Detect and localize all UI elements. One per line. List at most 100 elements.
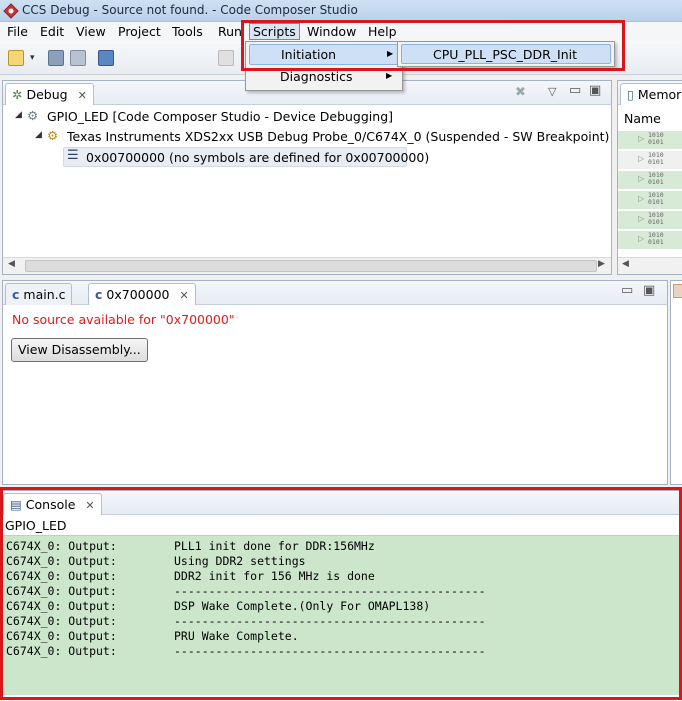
no-source-message: No source available for "0x700000" [12, 312, 235, 327]
console-view: ▤ Console ✕ GPIO_LED C674X_0: Output: PLL… [0, 490, 682, 698]
menu-item-diagnostics[interactable]: Diagnostics ▶ [249, 67, 399, 88]
console-line-source: C674X_0: Output: [6, 614, 117, 628]
memory-view: ▯ Memor Name ▷ 1010 0101 ▷ 1010 0101 ▷ 1010 0… [617, 80, 682, 275]
menu-bar: File Edit View Project Tools Run Scripts… [0, 22, 682, 41]
menu-run[interactable]: Run [218, 24, 242, 39]
title-bar: CCS Debug - Source not found. - Code Com… [0, 0, 682, 22]
console-line-message: PLL1 init done for DDR:156MHz [174, 539, 375, 553]
binary-data-icon: 1010 0101 [648, 211, 664, 226]
minimize-icon[interactable]: ▭ [569, 83, 581, 98]
scroll-left-icon[interactable]: ◀ [622, 259, 629, 269]
debug-icon[interactable] [98, 50, 114, 66]
close-icon[interactable]: ✕ [179, 289, 188, 302]
menu-help[interactable]: Help [368, 24, 397, 39]
new-dropdown-icon[interactable]: ▾ [30, 53, 38, 69]
expand-arrow-icon[interactable]: ◢ [35, 130, 42, 140]
submenu-arrow-icon: ▶ [386, 71, 393, 80]
binary-data-icon: 1010 0101 [648, 171, 664, 186]
memory-icon: ▯ [627, 87, 634, 102]
c-file-icon: c [95, 287, 103, 302]
tree-item-frame-selected[interactable]: ☰ 0x00700000 (no symbols are defined for… [63, 147, 429, 167]
scroll-left-icon[interactable]: ◀ [8, 259, 15, 269]
console-line-source: C674X_0: Output: [6, 599, 117, 613]
initiation-submenu: CPU_PLL_PSC_DDR_Init [397, 41, 615, 67]
binary-data-icon: 1010 0101 [648, 131, 664, 146]
close-icon[interactable]: ✕ [85, 499, 94, 512]
tab-memory[interactable]: ▯ Memor [620, 83, 682, 105]
scroll-right-icon[interactable]: ▶ [598, 259, 605, 269]
menu-view[interactable]: View [76, 24, 106, 39]
step-over-icon[interactable] [218, 50, 234, 66]
expand-arrow-icon[interactable]: ▷ [638, 134, 644, 143]
view-menu-icon[interactable]: ▽ [548, 85, 556, 98]
tab-memory-label: Memor [637, 87, 682, 102]
memory-column-name: Name [624, 111, 661, 126]
binary-data-icon: 1010 0101 [648, 191, 664, 206]
close-icon[interactable]: ✕ [78, 89, 87, 102]
memory-row[interactable]: ▷ 1010 0101 [618, 131, 682, 150]
console-line-source: C674X_0: Output: [6, 644, 117, 658]
submenu-arrow-icon: ▶ [387, 49, 394, 58]
menu-project[interactable]: Project [118, 24, 161, 39]
menu-window[interactable]: Window [307, 24, 356, 39]
binary-data-icon: 1010 0101 [648, 231, 664, 246]
editor-area: c main.c c 0x700000 ✕ ▭ ▣ No source avai… [2, 280, 668, 485]
view-disassembly-button[interactable]: View Disassembly... [11, 338, 148, 362]
tab-debug[interactable]: ✲ Debug ✕ [5, 83, 94, 105]
console-line-source: C674X_0: Output: [6, 584, 117, 598]
ccs-app-icon [3, 3, 19, 19]
scrollbar-thumb[interactable] [25, 260, 597, 272]
tab-main-c[interactable]: c main.c [5, 283, 73, 305]
menu-scripts[interactable]: Scripts [249, 23, 300, 40]
expand-arrow-icon[interactable]: ▷ [638, 194, 644, 203]
console-line-source: C674X_0: Output: [6, 539, 117, 553]
new-icon[interactable] [8, 50, 24, 66]
console-icon: ▤ [10, 497, 22, 512]
tree-item-project[interactable]: GPIO_LED [Code Composer Studio - Device … [47, 109, 393, 124]
memory-row[interactable]: ▷ 1010 0101 [618, 231, 682, 250]
tree-item-probe[interactable]: Texas Instruments XDS2xx USB Debug Probe… [67, 129, 609, 144]
console-line: C674X_0: Output: DDR2 init for 156 MHz is… [6, 569, 375, 583]
maximize-icon[interactable]: ▣ [589, 83, 601, 98]
save-all-icon[interactable] [70, 50, 86, 66]
tab-0x700000[interactable]: c 0x700000 ✕ [88, 283, 196, 305]
tab-console[interactable]: ▤ Console ✕ [3, 493, 102, 515]
menu-item-diagnostics-label: Diagnostics [280, 69, 353, 84]
memory-row[interactable]: ▷ 1010 0101 [618, 151, 682, 170]
memory-horizontal-scrollbar[interactable]: ◀ [618, 257, 682, 274]
console-line: C674X_0: Output: ------------------------… [6, 644, 486, 658]
remove-terminated-icon[interactable]: ✖ [515, 85, 526, 100]
minimize-icon[interactable]: ▭ [621, 283, 633, 298]
console-output-area[interactable]: C674X_0: Output: PLL1 init done for DDR:1… [1, 535, 681, 695]
console-line: C674X_0: Output: PRU Wake Complete. [6, 629, 299, 643]
console-line: C674X_0: Output: ------------------------… [6, 614, 486, 628]
tab-main-c-label: main.c [23, 287, 66, 302]
expand-arrow-icon[interactable]: ▷ [638, 234, 644, 243]
maximize-icon[interactable]: ▣ [643, 283, 655, 298]
console-line: C674X_0: Output: ------------------------… [6, 584, 486, 598]
menu-item-initiation[interactable]: Initiation ▶ [249, 44, 399, 65]
memory-row[interactable]: ▷ 1010 0101 [618, 211, 682, 230]
menu-item-cpu-pll-psc-ddr-init[interactable]: CPU_PLL_PSC_DDR_Init [401, 44, 611, 64]
console-line-message: Using DDR2 settings [174, 554, 306, 568]
menu-item-initiation-label: Initiation [281, 47, 337, 62]
expand-arrow-icon[interactable]: ▷ [638, 174, 644, 183]
expand-arrow-icon[interactable]: ▷ [638, 154, 644, 163]
target-core-icon: ⚙ [47, 128, 59, 143]
menu-edit[interactable]: Edit [40, 24, 64, 39]
binary-data-icon: 1010 0101 [648, 151, 664, 166]
expand-arrow-icon[interactable]: ▷ [638, 214, 644, 223]
horizontal-scrollbar[interactable]: ◀ ▶ [3, 257, 611, 274]
menu-file[interactable]: File [7, 24, 28, 39]
memory-row[interactable]: ▷ 1010 0101 [618, 191, 682, 210]
expand-arrow-icon[interactable]: ◢ [15, 110, 22, 120]
memory-row[interactable]: ▷ 1010 0101 [618, 171, 682, 190]
outline-icon[interactable] [673, 284, 682, 298]
scripts-dropdown-menu: Initiation ▶ Diagnostics ▶ [245, 41, 403, 91]
stack-frame-label: 0x00700000 (no symbols are defined for 0… [86, 150, 430, 165]
menu-tools[interactable]: Tools [172, 24, 203, 39]
console-line-source: C674X_0: Output: [6, 629, 117, 643]
save-icon[interactable] [48, 50, 64, 66]
outline-view-partial [670, 280, 682, 485]
menu-item-cpu-pll-psc-ddr-init-label: CPU_PLL_PSC_DDR_Init [433, 47, 578, 62]
